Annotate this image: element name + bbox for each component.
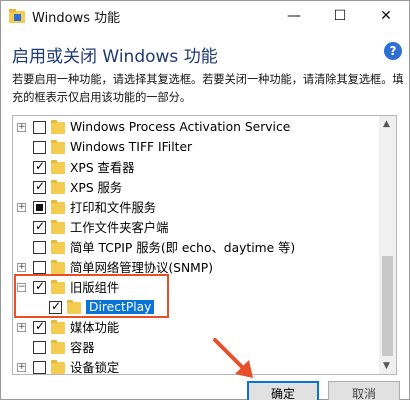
window-title: Windows 功能 [32, 11, 121, 26]
windows-features-dialog: Windows 功能 — ☐ ✕ 启用或关闭 Windows 功能 ? 若要启用… [0, 0, 410, 400]
feature-checkbox[interactable] [33, 159, 46, 174]
folder-icon [51, 260, 65, 274]
maximize-button[interactable]: ☐ [317, 1, 363, 31]
feature-checkbox[interactable] [33, 360, 46, 374]
annotation-arrow-icon [213, 338, 253, 378]
expand-icon[interactable]: + [17, 322, 26, 332]
vertical-scrollbar[interactable]: ▲ ▼ [379, 116, 396, 374]
cancel-button[interactable]: 取消 [328, 381, 400, 400]
folder-icon [51, 340, 65, 354]
scrollbar-thumb[interactable] [382, 256, 393, 356]
expand-icon[interactable]: + [17, 122, 26, 132]
features-tree[interactable]: + Windows Process Activation Service Windo… [12, 115, 397, 375]
expand-icon[interactable]: + [17, 202, 26, 212]
expand-icon[interactable]: + [17, 362, 26, 372]
feature-label[interactable]: 工作文件夹客户端 [70, 218, 168, 236]
feature-checkbox[interactable] [33, 240, 46, 254]
feature-checkbox[interactable] [33, 219, 46, 234]
feature-checkbox[interactable] [33, 200, 46, 214]
folder-icon [51, 240, 65, 254]
feature-checkbox[interactable] [33, 260, 46, 274]
description-text: 若要启用一种功能，请选择其复选框。若要关闭一种功能，请清除其复选框。填充的框表示… [12, 73, 404, 104]
windows-features-app-icon [9, 9, 25, 23]
feature-checkbox[interactable] [33, 140, 46, 154]
feature-checkbox[interactable] [33, 340, 46, 354]
page-title: 启用或关闭 Windows 功能 [12, 47, 218, 67]
feature-label[interactable]: 简单 TCPIP 服务(即 echo、daytime 等) [70, 238, 295, 256]
annotation-highlight-box [14, 274, 169, 318]
maximize-icon: ☐ [333, 8, 347, 24]
feature-checkbox[interactable] [33, 179, 46, 194]
folder-icon [51, 360, 65, 374]
feature-row[interactable]: + 设备锁定 [13, 357, 378, 374]
feature-label[interactable]: XPS 服务 [70, 178, 122, 196]
feature-row[interactable]: + Windows Process Activation Service [13, 117, 378, 137]
feature-label[interactable]: 媒体功能 [70, 318, 119, 336]
feature-checkbox[interactable] [33, 319, 46, 334]
feature-row[interactable]: + 打印和文件服务 [13, 197, 378, 217]
feature-label[interactable]: 设备锁定 [70, 358, 119, 374]
folder-icon [51, 120, 65, 134]
feature-row[interactable]: 简单 TCPIP 服务(即 echo、daytime 等) [13, 237, 378, 257]
minimize-icon: — [287, 8, 301, 24]
folder-icon [51, 220, 65, 234]
feature-row[interactable]: + 媒体功能 [13, 317, 378, 337]
feature-label[interactable]: 打印和文件服务 [70, 198, 156, 216]
ok-button[interactable]: 确定 [247, 381, 319, 400]
feature-row[interactable]: XPS 查看器 [13, 157, 378, 177]
minimize-button[interactable]: — [271, 1, 317, 31]
folder-icon [51, 180, 65, 194]
expand-icon[interactable]: + [17, 262, 26, 272]
scroll-down-icon[interactable]: ▼ [383, 361, 390, 371]
feature-row[interactable]: XPS 服务 [13, 177, 378, 197]
feature-checkbox[interactable] [33, 120, 46, 134]
feature-row[interactable]: Windows TIFF IFilter [13, 137, 378, 157]
feature-label[interactable]: Windows Process Activation Service [70, 120, 290, 134]
title-bar[interactable]: Windows 功能 — ☐ ✕ [1, 1, 409, 31]
folder-icon [51, 160, 65, 174]
folder-icon [51, 140, 65, 154]
feature-label[interactable]: XPS 查看器 [70, 158, 134, 176]
folder-icon [51, 200, 65, 214]
close-button[interactable]: ✕ [363, 1, 409, 31]
close-icon: ✕ [380, 8, 392, 24]
feature-label[interactable]: Windows TIFF IFilter [70, 140, 192, 154]
scroll-up-icon[interactable]: ▲ [383, 119, 390, 129]
feature-row[interactable]: 容器 [13, 337, 378, 357]
feature-row[interactable]: 工作文件夹客户端 [13, 217, 378, 237]
folder-icon [51, 320, 65, 334]
help-icon[interactable]: ? [384, 42, 402, 60]
feature-label[interactable]: 容器 [70, 338, 95, 356]
